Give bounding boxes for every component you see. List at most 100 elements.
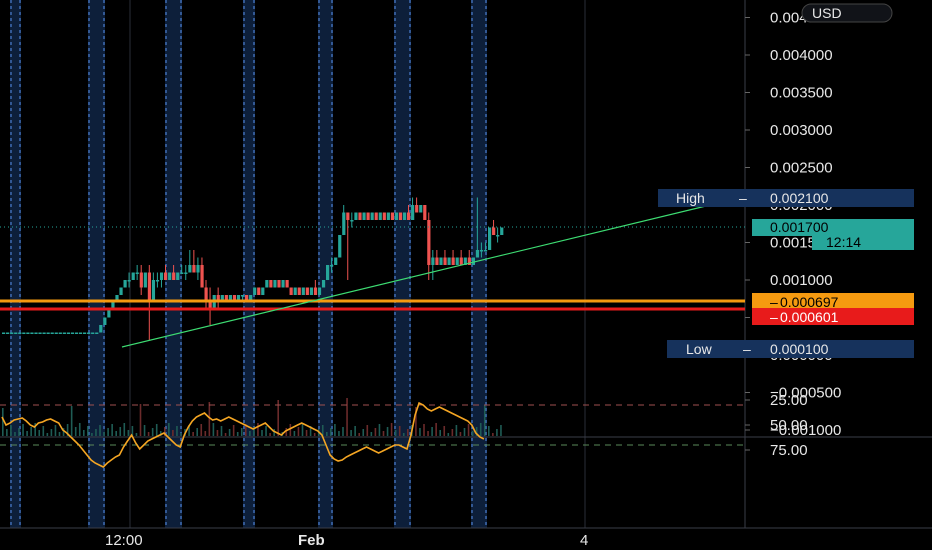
candle-body[interactable] (18, 332, 22, 335)
candle-body[interactable] (176, 272, 180, 281)
candle-body[interactable] (200, 265, 204, 288)
currency-label[interactable]: USD (812, 5, 842, 21)
candle-body[interactable] (253, 287, 257, 296)
candle-body[interactable] (147, 272, 151, 303)
candle-body[interactable] (119, 287, 123, 296)
candle-body[interactable] (415, 205, 419, 213)
candle-body[interactable] (394, 212, 399, 221)
candle-body[interactable] (269, 280, 273, 288)
candle-body[interactable] (439, 257, 443, 266)
candle-body[interactable] (265, 280, 269, 288)
candle-body[interactable] (402, 212, 407, 221)
candle-body[interactable] (151, 280, 156, 303)
candle-body[interactable] (14, 332, 18, 335)
candle-body[interactable] (455, 257, 459, 266)
candle-body[interactable] (192, 265, 196, 273)
candle-body[interactable] (103, 317, 107, 326)
candle-body[interactable] (354, 212, 358, 221)
candle-body[interactable] (447, 257, 451, 266)
candle-body[interactable] (127, 280, 131, 282)
candle-body[interactable] (184, 272, 188, 275)
candle-body[interactable] (342, 212, 346, 236)
candle-body[interactable] (10, 332, 14, 335)
candle-body[interactable] (78, 332, 83, 335)
candle-body[interactable] (346, 212, 350, 221)
candle-body[interactable] (196, 265, 200, 273)
candle-body[interactable] (500, 227, 504, 236)
candle-body[interactable] (164, 272, 168, 281)
trading-chart[interactable]: 0.0045000.0040000.0035000.0030000.002500… (0, 0, 932, 550)
candle-body[interactable] (309, 287, 313, 296)
candle-body[interactable] (398, 212, 403, 221)
candle-body[interactable] (366, 212, 370, 221)
candle-body[interactable] (74, 332, 79, 335)
candle-body[interactable] (334, 257, 338, 266)
candle-body[interactable] (326, 265, 330, 280)
candle-body[interactable] (483, 250, 488, 252)
candle-body[interactable] (330, 265, 334, 267)
candle-body[interactable] (26, 332, 30, 335)
candle-body[interactable] (273, 280, 277, 288)
candle-body[interactable] (435, 257, 439, 266)
candle-body[interactable] (488, 227, 492, 251)
candle-body[interactable] (168, 272, 172, 281)
candle-body[interactable] (321, 280, 326, 288)
candle-body[interactable] (431, 257, 435, 266)
candle-body[interactable] (34, 332, 38, 335)
candle-body[interactable] (131, 272, 135, 281)
candle-body[interactable] (443, 257, 447, 266)
candle-body[interactable] (180, 272, 184, 275)
candle-body[interactable] (107, 310, 111, 318)
candle-body[interactable] (378, 212, 382, 221)
candle-body[interactable] (390, 212, 394, 221)
candle-body[interactable] (374, 212, 378, 221)
candle-body[interactable] (362, 212, 366, 221)
candle-body[interactable] (496, 235, 500, 237)
candle-body[interactable] (411, 205, 415, 220)
candle-body[interactable] (297, 287, 301, 296)
candle-body[interactable] (277, 280, 281, 288)
candle-body[interactable] (46, 332, 50, 335)
candle-body[interactable] (95, 332, 99, 335)
candle-body[interactable] (42, 332, 46, 335)
candle-body[interactable] (22, 332, 26, 335)
candle-body[interactable] (423, 205, 427, 220)
candle-body[interactable] (479, 250, 484, 252)
candle-body[interactable] (313, 287, 318, 296)
candle-body[interactable] (30, 332, 34, 335)
candle-body[interactable] (317, 287, 322, 296)
candle-body[interactable] (338, 235, 342, 258)
candle-body[interactable] (459, 257, 463, 266)
candle-body[interactable] (358, 212, 362, 221)
candle-body[interactable] (135, 272, 139, 275)
candle-body[interactable] (91, 332, 95, 335)
candle-body[interactable] (257, 287, 261, 296)
candle-body[interactable] (471, 257, 475, 266)
currency-button[interactable]: USD (801, 3, 893, 23)
candle-body[interactable] (451, 257, 455, 266)
candle-body[interactable] (370, 212, 374, 221)
candle-body[interactable] (38, 332, 42, 335)
candle-body[interactable] (382, 212, 386, 221)
candle-body[interactable] (285, 280, 289, 288)
candle-body[interactable] (240, 295, 245, 297)
candle-body[interactable] (305, 287, 309, 296)
candle-body[interactable] (475, 250, 480, 258)
candle-body[interactable] (188, 265, 192, 273)
candle-body[interactable] (407, 212, 411, 221)
candle-body[interactable] (293, 287, 297, 296)
candle-body[interactable] (66, 332, 70, 335)
candle-body[interactable] (139, 272, 143, 288)
candle-body[interactable] (159, 272, 164, 281)
candle-body[interactable] (87, 332, 91, 335)
candle-body[interactable] (261, 287, 265, 296)
candle-body[interactable] (281, 280, 285, 288)
candle-body[interactable] (386, 212, 390, 221)
candle-body[interactable] (155, 280, 160, 282)
candle-body[interactable] (492, 227, 496, 236)
candle-body[interactable] (172, 272, 176, 281)
candle-body[interactable] (123, 280, 127, 288)
candle-body[interactable] (50, 332, 54, 335)
candle-body[interactable] (58, 332, 62, 335)
candle-body[interactable] (70, 332, 75, 335)
